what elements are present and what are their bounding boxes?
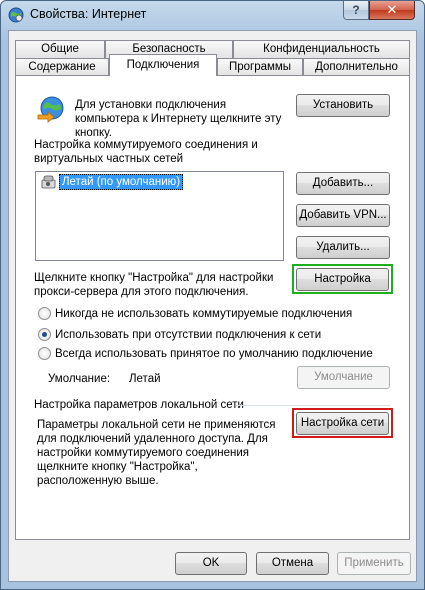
remove-button[interactable]: Удалить... bbox=[296, 236, 390, 259]
apply-button[interactable]: Применить bbox=[337, 552, 411, 575]
radio-always-dial-label[interactable]: Всегда использовать принятое по умолчани… bbox=[55, 347, 373, 361]
setup-button[interactable]: Установить bbox=[296, 94, 390, 117]
list-item-label: Летай (по умолчанию) bbox=[59, 174, 184, 190]
settings-button[interactable]: Настройка bbox=[296, 268, 389, 291]
radio-always-dial[interactable] bbox=[38, 347, 51, 360]
radio-dial-when-no-network[interactable] bbox=[38, 328, 51, 341]
setup-description: Для установки подключения компьютера к И… bbox=[75, 99, 282, 139]
radio-dial-when-no-network-label[interactable]: Использовать при отсутствии подключения … bbox=[55, 328, 321, 342]
radio-never-dial-label[interactable]: Никогда не использовать коммутируемые по… bbox=[55, 307, 352, 321]
set-default-button[interactable]: Умолчание bbox=[297, 366, 390, 389]
ok-button[interactable]: OK bbox=[175, 552, 247, 575]
default-value: Летай bbox=[129, 373, 161, 385]
connection-globe-icon bbox=[37, 96, 64, 123]
add-button[interactable]: Добавить... bbox=[296, 172, 390, 195]
default-label: Умолчание: bbox=[48, 373, 111, 385]
add-vpn-button[interactable]: Добавить VPN... bbox=[296, 204, 390, 227]
connections-list[interactable]: Летай (по умолчанию) bbox=[35, 171, 284, 261]
lan-heading: Настройка параметров локальной сети bbox=[34, 399, 244, 411]
lan-settings-button[interactable]: Настройка сети bbox=[296, 412, 389, 435]
lan-separator bbox=[236, 405, 390, 406]
dialup-connection-icon bbox=[41, 175, 56, 189]
lan-description: Параметры локальной сети не применяются … bbox=[37, 419, 276, 487]
cancel-button[interactable]: Отмена bbox=[256, 552, 329, 575]
dialup-heading: Настройка коммутируемого соединения и ви… bbox=[34, 139, 258, 165]
radio-never-dial[interactable] bbox=[38, 307, 51, 320]
proxy-settings-hint: Щелкните кнопку "Настройка" для настройк… bbox=[34, 272, 274, 298]
